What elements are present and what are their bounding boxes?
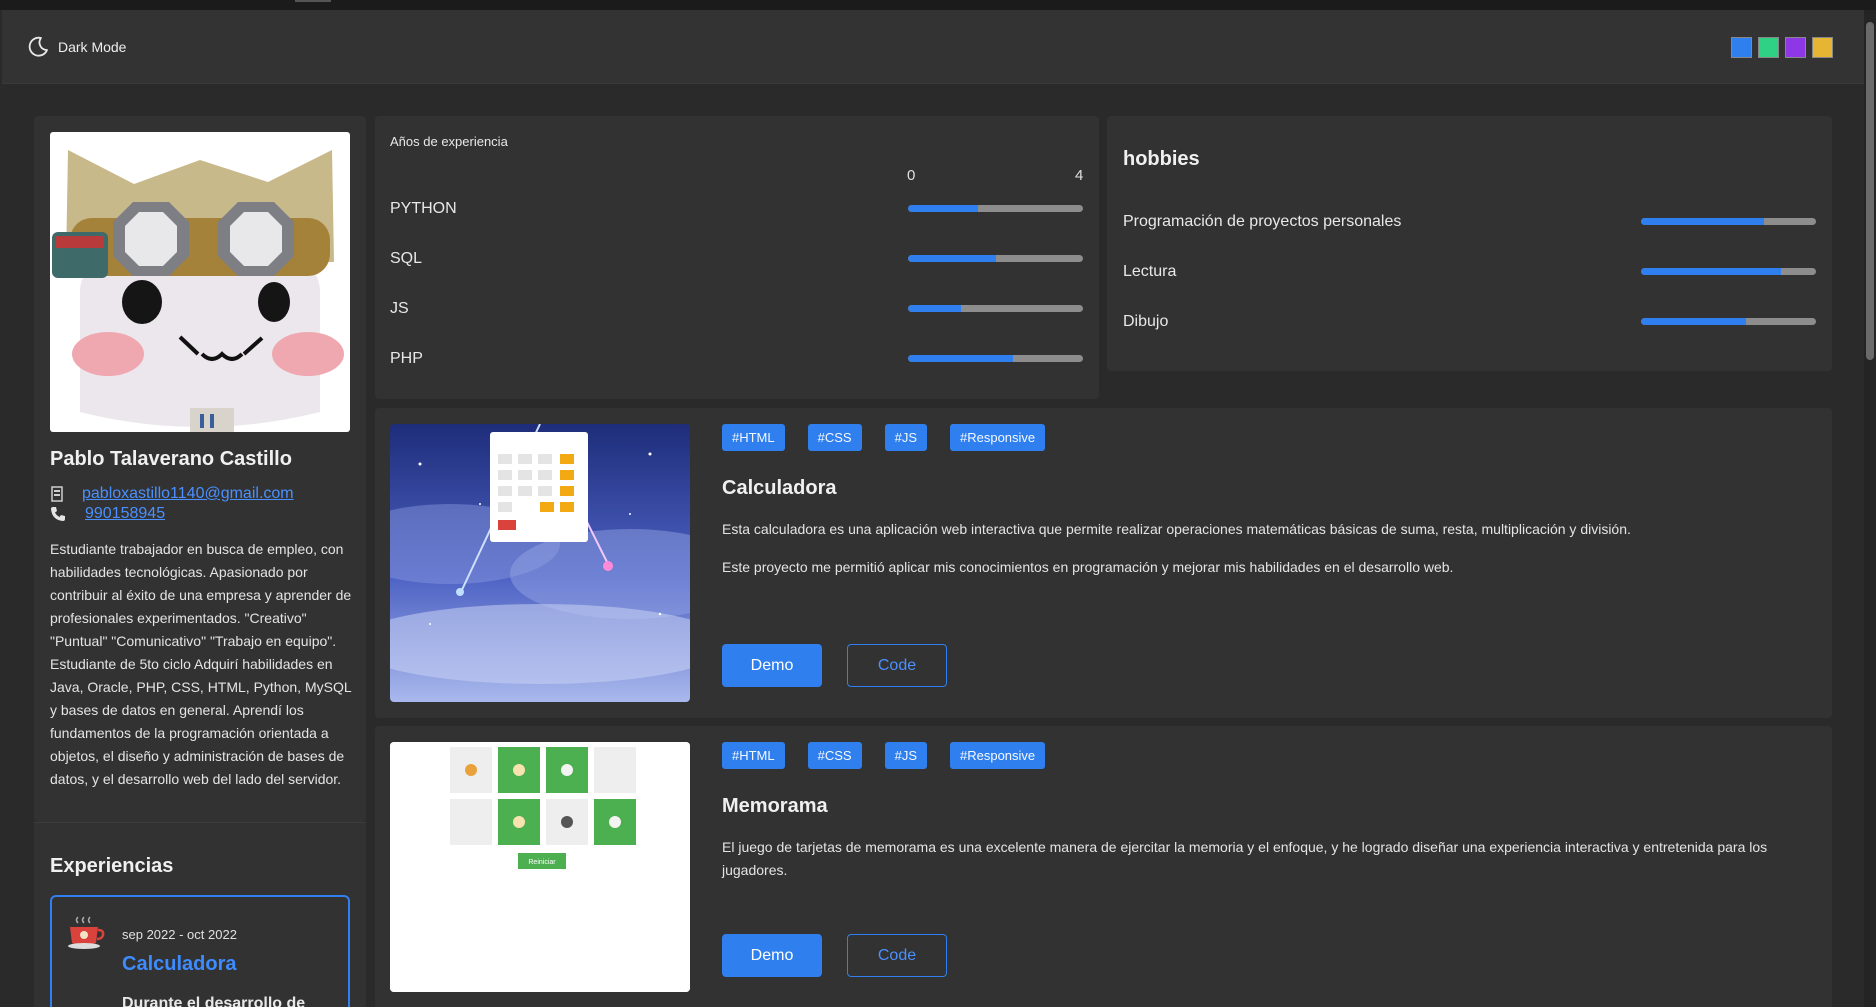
scrollbar-thumb[interactable] <box>1866 22 1874 360</box>
project-tag[interactable]: #CSS <box>807 424 862 451</box>
moon-icon <box>28 36 48 57</box>
project-thumbnail[interactable]: Reiniciar <box>390 742 690 992</box>
theme-swatch-green[interactable] <box>1758 37 1779 58</box>
project-tag[interactable]: #JS <box>884 742 927 769</box>
project-description: Esta calculadora es una aplicación web i… <box>722 521 1631 537</box>
theme-swatch-purple[interactable] <box>1785 37 1806 58</box>
skill-bar <box>908 305 1083 312</box>
skill-label: SQL <box>390 250 423 267</box>
profile-bio: Estudiante trabajador en busca de empleo… <box>50 541 352 787</box>
hobby-bar <box>1641 318 1816 325</box>
theme-swatch-blue[interactable] <box>1731 37 1752 58</box>
hobby-bar <box>1641 218 1816 225</box>
experience-description: Durante el desarrollo de <box>122 995 306 1007</box>
experience-date: sep 2022 - oct 2022 <box>122 927 237 942</box>
phone-link[interactable]: 990158945 <box>85 505 165 523</box>
demo-button[interactable]: Demo <box>722 644 822 687</box>
hobbies-card: hobbies Programación de proyectos person… <box>1107 116 1832 371</box>
demo-button[interactable]: Demo <box>722 934 822 977</box>
skill-bar <box>908 355 1083 362</box>
coffee-cup-icon <box>68 916 105 949</box>
browser-top-strip <box>0 0 1876 10</box>
hobby-bar <box>1641 268 1816 275</box>
experience-item[interactable]: sep 2022 - oct 2022 Calculadora Durante … <box>50 895 350 1007</box>
project-title: Calculadora <box>722 477 837 499</box>
email-link[interactable]: pabloxastillo1140@gmail.com <box>82 485 294 503</box>
experiences-card: Experiencias sep 2022 - oct 2022 Calcula… <box>34 822 366 1007</box>
dark-mode-label: Dark Mode <box>58 38 127 55</box>
project-description: El juego de tarjetas de memorama es una … <box>722 839 1768 878</box>
scrollbar[interactable] <box>1864 10 1876 1007</box>
avatar <box>50 132 350 432</box>
project-tag[interactable]: #JS <box>884 424 927 451</box>
project-thumbnail[interactable] <box>390 424 690 702</box>
profile-card: Pablo Talaverano Castillo pabloxastillo1… <box>34 116 366 822</box>
project-tags: #HTML #CSS #JS #Responsive <box>722 424 1046 451</box>
hobby-label: Lectura <box>1123 263 1177 280</box>
restart-button-label: Reiniciar <box>528 859 556 866</box>
top-navbar: Dark Mode <box>2 10 1864 84</box>
skill-label: JS <box>390 300 409 317</box>
skills-card: Años de experiencia 0 4 PYTHON SQL JS PH… <box>375 116 1099 399</box>
hobby-label: Programación de proyectos personales <box>1123 213 1402 230</box>
skill-bar <box>908 255 1083 262</box>
theme-color-picker <box>1731 37 1833 58</box>
experience-name: Calculadora <box>122 953 237 975</box>
experiences-title: Experiencias <box>50 855 174 877</box>
project-tag[interactable]: #CSS <box>807 742 862 769</box>
project-tag[interactable]: #Responsive <box>950 742 1046 769</box>
email-icon <box>51 486 63 502</box>
project-card-memorama: Reiniciar #HTML #CSS #JS #Responsive Mem… <box>375 726 1832 1007</box>
skill-bar <box>908 205 1083 212</box>
dark-mode-toggle[interactable]: Dark Mode <box>26 35 126 59</box>
project-tag[interactable]: #HTML <box>722 742 785 769</box>
phone-icon <box>51 507 65 521</box>
phone-row: 990158945 <box>50 505 165 523</box>
project-card-calculadora: #HTML #CSS #JS #Responsive Calculadora E… <box>375 408 1832 718</box>
skills-scale-max: 4 <box>1075 167 1084 184</box>
project-tags: #HTML #CSS #JS #Responsive <box>722 742 1046 769</box>
hobby-label: Dibujo <box>1123 313 1169 330</box>
skill-label: PYTHON <box>390 200 457 217</box>
project-description-2: Este proyecto me permitió aplicar mis co… <box>722 559 1454 575</box>
theme-swatch-yellow[interactable] <box>1812 37 1833 58</box>
code-button[interactable]: Code <box>847 644 947 687</box>
code-button[interactable]: Code <box>847 934 947 977</box>
email-row: pabloxastillo1140@gmail.com <box>50 485 294 503</box>
project-tag[interactable]: #HTML <box>722 424 785 451</box>
project-title: Memorama <box>722 795 828 817</box>
tab-indicator <box>295 0 331 2</box>
hobbies-title: hobbies <box>1123 148 1200 170</box>
skill-label: PHP <box>390 350 423 367</box>
project-tag[interactable]: #Responsive <box>950 424 1046 451</box>
skills-scale-min: 0 <box>907 167 916 184</box>
profile-name: Pablo Talaverano Castillo <box>50 448 292 470</box>
skills-title: Años de experiencia <box>390 134 508 149</box>
